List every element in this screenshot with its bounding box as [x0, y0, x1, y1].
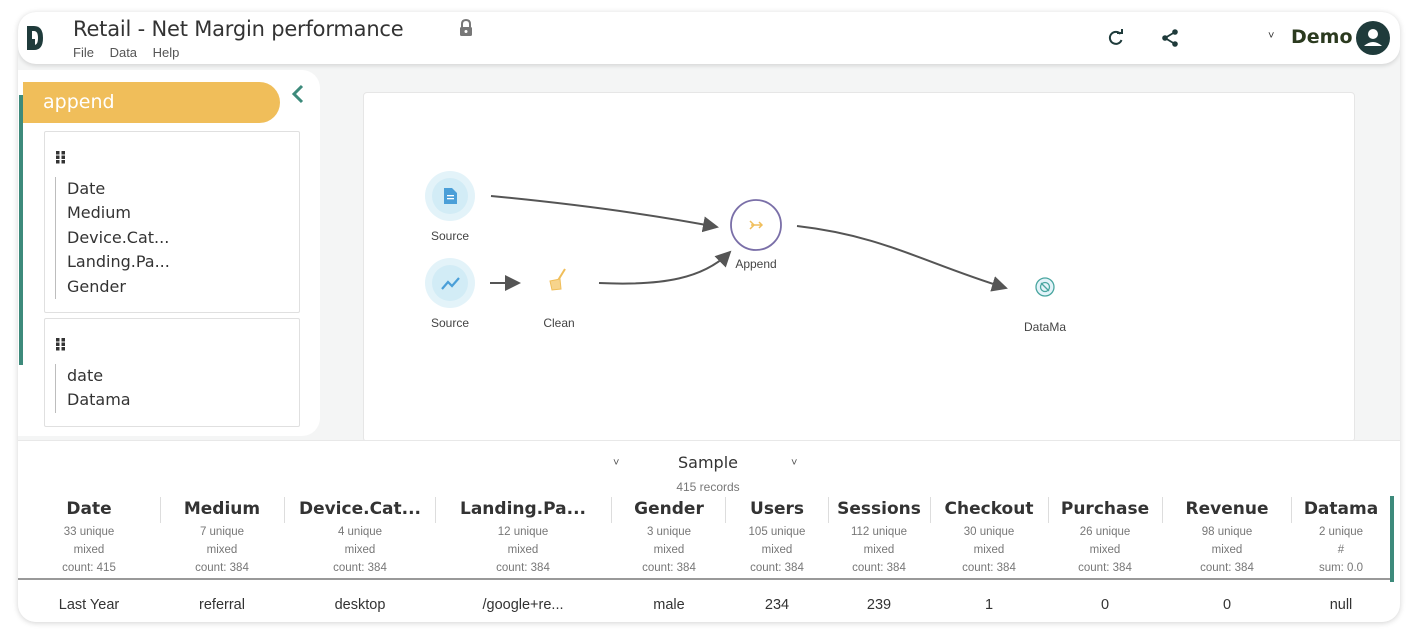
field-card-2[interactable]: date Datama	[44, 318, 300, 427]
list-item: date	[67, 366, 104, 385]
column-header[interactable]: Date 33 unique mixed count: 415	[29, 499, 149, 577]
list-item: Device.Cat...	[67, 227, 170, 247]
panel-accent-bar	[19, 95, 23, 365]
source-node-1[interactable]	[425, 171, 475, 221]
column-header[interactable]: Revenue 98 unique mixed count: 384	[1163, 499, 1291, 577]
table-cell: male	[653, 597, 685, 613]
column-header[interactable]: Datama 2 unique # sum: 0.0	[1292, 499, 1390, 577]
node-label: Append	[735, 257, 777, 271]
datama-logo-icon[interactable]	[26, 24, 44, 52]
node-label: Clean	[543, 316, 575, 330]
collapse-panel-icon[interactable]	[290, 84, 306, 104]
table-cell: 234	[764, 597, 790, 613]
menu-file[interactable]: File	[73, 45, 94, 60]
flow-diagram	[425, 171, 1055, 308]
node-label: DataMa	[1023, 320, 1067, 334]
lock-icon[interactable]	[458, 19, 474, 37]
drag-handle-icon[interactable]	[55, 337, 67, 351]
flow-edge	[490, 195, 719, 233]
page-title: Retail - Net Margin performance	[73, 17, 404, 41]
table-cell: null	[1329, 597, 1353, 613]
menu-data[interactable]: Data	[110, 45, 137, 60]
list-item: Date	[67, 179, 106, 198]
column-header[interactable]: Landing.Pa... 12 unique mixed count: 384	[436, 499, 610, 577]
flow-edge	[796, 225, 1008, 292]
table-cell: 1	[984, 597, 994, 613]
user-icon	[1364, 29, 1382, 46]
sample-select[interactable]: Sample	[678, 453, 738, 472]
field-card-1[interactable]: Date Medium Device.Cat... Landing.Pa... …	[44, 131, 300, 313]
list-item: Gender	[67, 276, 126, 296]
table-cell: referral	[199, 597, 245, 613]
field-list: Date Medium Device.Cat... Landing.Pa... …	[55, 177, 170, 299]
append-node[interactable]	[730, 199, 782, 251]
table-cell: Last Year	[58, 597, 120, 613]
column-header[interactable]: Sessions 112 unique mixed count: 384	[829, 499, 929, 577]
table-cell: desktop	[334, 597, 386, 613]
app-window: Retail - Net Margin performance File Dat…	[18, 12, 1400, 622]
chevron-down-icon[interactable]: ˅	[613, 457, 619, 469]
column-header[interactable]: Users 105 unique mixed count: 384	[727, 499, 827, 577]
chevron-down-icon[interactable]: ˅	[791, 457, 797, 469]
broom-icon	[549, 268, 566, 291]
column-header[interactable]: Purchase 26 unique mixed count: 384	[1049, 499, 1161, 577]
column-header[interactable]: Medium 7 unique mixed count: 384	[162, 499, 282, 577]
menu-bar: File Data Help	[73, 45, 191, 60]
menu-help[interactable]: Help	[153, 45, 180, 60]
user-name[interactable]: Demo	[1291, 26, 1353, 48]
clean-node[interactable]	[549, 268, 566, 291]
datama-node[interactable]	[1035, 277, 1055, 297]
table-cell: 239	[866, 597, 892, 613]
column-header[interactable]: Checkout 30 unique mixed count: 384	[931, 499, 1047, 577]
source-node-2[interactable]	[425, 258, 475, 308]
node-label: Source	[430, 229, 470, 243]
table-cell: /google+re...	[482, 597, 564, 613]
column-header[interactable]: Gender 3 unique mixed count: 384	[614, 499, 724, 577]
list-item: Datama	[67, 390, 131, 410]
share-icon[interactable]	[1160, 28, 1180, 48]
list-item: Medium	[67, 203, 131, 223]
field-list: date Datama	[55, 364, 131, 413]
record-count: 415 records	[676, 480, 740, 494]
refresh-icon[interactable]	[1106, 28, 1126, 48]
column-header[interactable]: Device.Cat... 4 unique mixed count: 384	[285, 499, 435, 577]
avatar[interactable]	[1356, 21, 1390, 55]
datama-icon	[1035, 277, 1055, 297]
drag-handle-icon[interactable]	[55, 150, 67, 164]
table-cell: 0	[1222, 597, 1232, 613]
flow-canvas[interactable]: Source Source Clean Append DataMa	[363, 92, 1355, 442]
list-item: Landing.Pa...	[67, 252, 170, 272]
table-cell: 0	[1100, 597, 1110, 613]
sample-table: ˅ Sample ˅ 415 records Date 33 unique mi…	[18, 440, 1400, 622]
node-label: Source	[430, 316, 470, 330]
header-divider	[18, 578, 1390, 580]
user-menu-chevron-icon[interactable]: ˅	[1268, 30, 1274, 42]
top-bar: Retail - Net Margin performance File Dat…	[18, 12, 1400, 64]
scrollbar[interactable]	[1390, 496, 1394, 582]
step-title: append	[23, 82, 280, 123]
